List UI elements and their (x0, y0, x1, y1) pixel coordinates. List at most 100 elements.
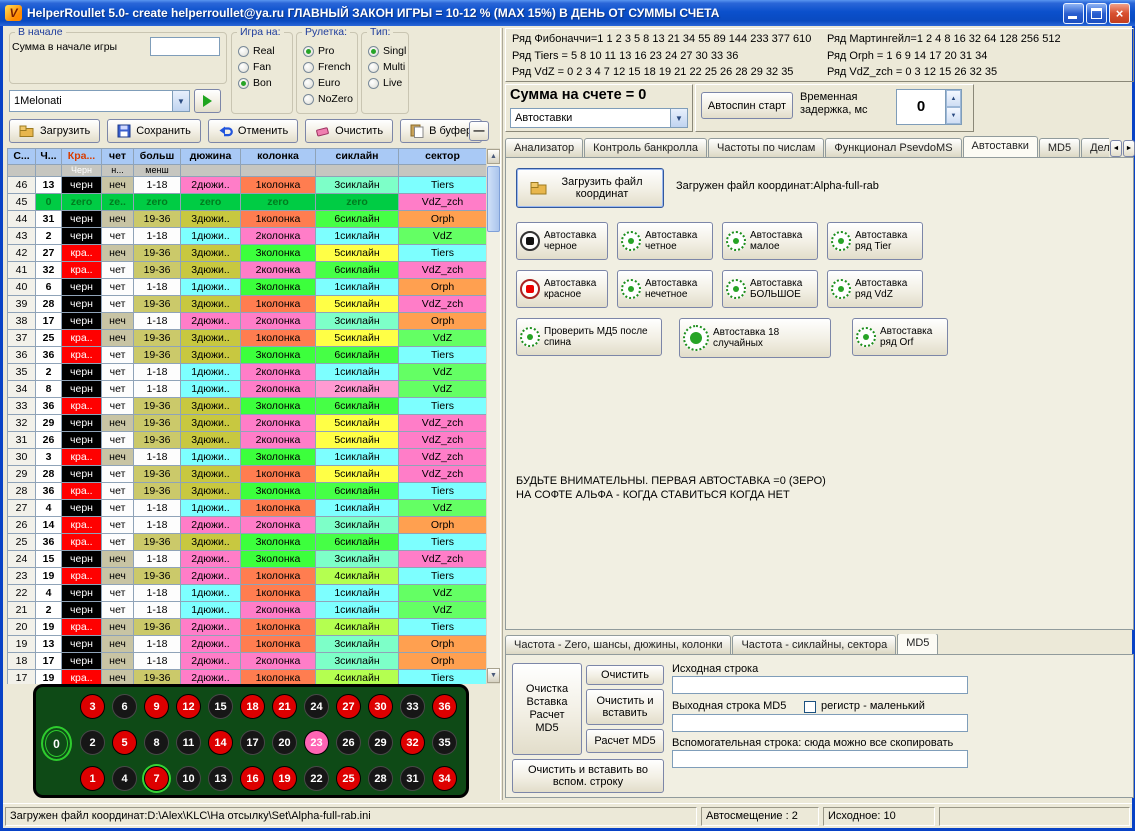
spin-row[interactable]: 2415черннеч1-182дюжи..3колонка3сиклайнVd… (8, 551, 487, 568)
spin-row[interactable]: 4227кра..неч19-363дюжи..3колонка5сиклайн… (8, 245, 487, 262)
scroll-up-icon[interactable]: ▲ (487, 149, 500, 164)
md5-clear-insert-button[interactable]: Очистить и вставить (586, 689, 664, 725)
load-coordinates-button[interactable]: Загрузить файл координат (516, 168, 664, 208)
board-number-16[interactable]: 16 (240, 766, 265, 791)
spin-row[interactable]: 348чернчет1-181дюжи..2колонка2сиклайнVdZ (8, 381, 487, 398)
radio-type-live[interactable]: Live (368, 75, 406, 91)
board-number-7[interactable]: 7 (144, 766, 169, 791)
spinner-down-icon[interactable]: ▼ (946, 107, 961, 124)
bet-18-random-button[interactable]: Автоставка 18 случайных (679, 318, 831, 358)
board-number-8[interactable]: 8 (144, 730, 169, 755)
spin-row[interactable]: 1913черннеч1-182дюжи..1колонка3сиклайнOr… (8, 636, 487, 653)
spin-row[interactable]: 3725кра..неч19-363дюжи..1колонка5сиклайн… (8, 330, 487, 347)
board-number-13[interactable]: 13 (208, 766, 233, 791)
check-md5-after-spin-button[interactable]: Проверить МД5 после спина (516, 318, 662, 356)
board-number-14[interactable]: 14 (208, 730, 233, 755)
close-button[interactable]: × (1109, 3, 1130, 24)
clear-button[interactable]: Очистить (305, 119, 393, 143)
board-number-25[interactable]: 25 (336, 766, 361, 791)
spin-row[interactable]: 3636кра..чет19-363дюжи..3колонка6сиклайн… (8, 347, 487, 364)
board-number-12[interactable]: 12 (176, 694, 201, 719)
spin-row[interactable]: 3229черннеч19-363дюжи..2колонка5сиклайнV… (8, 415, 487, 432)
tab-частота-сиклайны-сектора[interactable]: Частота - сиклайны, сектора (732, 635, 896, 654)
md5-clear-button[interactable]: Очистить (586, 665, 664, 685)
board-number-3[interactable]: 3 (80, 694, 105, 719)
radio-roulette-pro[interactable]: Pro (303, 43, 355, 59)
spin-row[interactable]: 3336кра..чет19-363дюжи..3колонка6сиклайн… (8, 398, 487, 415)
spin-row[interactable]: 303кра..неч1-181дюжи..3колонка1сиклайнVd… (8, 449, 487, 466)
column-header-7[interactable]: колонка (241, 149, 316, 165)
board-number-33[interactable]: 33 (400, 694, 425, 719)
spin-row[interactable]: 274чернчет1-181дюжи..1колонка1сиклайнVdZ (8, 500, 487, 517)
board-number-2[interactable]: 2 (80, 730, 105, 755)
board-number-22[interactable]: 22 (304, 766, 329, 791)
md5-clear-insert-aux-button[interactable]: Очистить и вставить во вспом. строку (512, 759, 664, 793)
tab-делени[interactable]: Делени (1081, 138, 1109, 157)
md5-combo-button[interactable]: Очистка Вставка Расчет MD5 (512, 663, 582, 755)
save-button[interactable]: Сохранить (107, 119, 201, 143)
tab-scroll-left-icon[interactable]: ◄ (1110, 140, 1122, 157)
column-header-1[interactable]: С... (8, 149, 36, 165)
board-number-5[interactable]: 5 (112, 730, 137, 755)
delay-spinner[interactable]: 0 ▲ ▼ (896, 89, 962, 125)
bet-even-button[interactable]: Автоставка четное (617, 222, 713, 260)
board-number-29[interactable]: 29 (368, 730, 393, 755)
bet-tier-row-button[interactable]: Автоставка ряд Tier (827, 222, 923, 260)
column-header-5[interactable]: больш (134, 149, 181, 165)
combo-dropdown-icon[interactable]: ▼ (670, 109, 687, 127)
radio-game-bon[interactable]: Bon (238, 75, 290, 91)
board-number-26[interactable]: 26 (336, 730, 361, 755)
source-string-input[interactable] (672, 676, 968, 694)
board-number-4[interactable]: 4 (112, 766, 137, 791)
bet-odd-button[interactable]: Автоставка нечетное (617, 270, 713, 308)
md5-out-input[interactable] (672, 714, 968, 732)
bet-big-button[interactable]: Автоставка БОЛЬШОЕ (722, 270, 818, 308)
tab-scroll-right-icon[interactable]: ► (1123, 140, 1135, 157)
tab-частота-zero-шансы-дюжины-колонки[interactable]: Частота - Zero, шансы, дюжины, колонки (505, 635, 731, 654)
spin-row[interactable]: 212чернчет1-181дюжи..2колонка1сиклайнVdZ (8, 602, 487, 619)
radio-type-multi[interactable]: Multi (368, 59, 406, 75)
preset-combo[interactable]: 1Melonati ▼ (9, 90, 190, 112)
autobets-combo[interactable]: Автоставки ▼ (510, 108, 688, 128)
radio-game-fan[interactable]: Fan (238, 59, 290, 75)
table-scrollbar[interactable]: ▲ ▼ (486, 148, 501, 684)
load-button[interactable]: Загрузить (9, 119, 100, 143)
board-number-23[interactable]: 23 (304, 730, 329, 755)
board-number-30[interactable]: 30 (368, 694, 393, 719)
tab-автоставки[interactable]: Автоставки (963, 136, 1038, 157)
board-number-21[interactable]: 21 (272, 694, 297, 719)
column-header-8[interactable]: сиклайн (316, 149, 399, 165)
board-number-34[interactable]: 34 (432, 766, 457, 791)
spin-row[interactable]: 3928чернчет19-363дюжи..1колонка5сиклайнV… (8, 296, 487, 313)
column-header-9[interactable]: сектор (399, 149, 487, 165)
bet-small-button[interactable]: Автоставка малое (722, 222, 818, 260)
spin-row[interactable]: 3126чернчет19-363дюжи..2колонка5сиклайнV… (8, 432, 487, 449)
spin-row[interactable]: 224чернчет1-181дюжи..1колонка1сиклайнVdZ (8, 585, 487, 602)
column-header-2[interactable]: Ч... (36, 149, 62, 165)
board-number-0[interactable]: 0 (41, 726, 72, 761)
scroll-down-icon[interactable]: ▼ (487, 668, 500, 683)
register-checkbox[interactable] (804, 701, 816, 713)
tab-md5[interactable]: MD5 (1039, 138, 1080, 157)
spin-row[interactable]: 4613черннеч1-182дюжи..1колонка3сиклайнTi… (8, 177, 487, 194)
board-number-35[interactable]: 35 (432, 730, 457, 755)
radio-game-real[interactable]: Real (238, 43, 290, 59)
tab-функционал-psevdoms[interactable]: Функционал PsevdoMS (825, 138, 961, 157)
board-number-18[interactable]: 18 (240, 694, 265, 719)
radio-roulette-nozero[interactable]: NoZero (303, 91, 355, 107)
undo-button[interactable]: Отменить (208, 119, 298, 143)
board-number-28[interactable]: 28 (368, 766, 393, 791)
spin-row[interactable]: 352чернчет1-181дюжи..2колонка1сиклайнVdZ (8, 364, 487, 381)
spin-row[interactable]: 1719кра..неч19-362дюжи..1колонка4сиклайн… (8, 670, 487, 685)
spin-row[interactable]: 2319кра..неч19-362дюжи..1колонка4сиклайн… (8, 568, 487, 585)
spin-row[interactable]: 4431черннеч19-363дюжи..1колонка6сиклайнO… (8, 211, 487, 228)
board-number-17[interactable]: 17 (240, 730, 265, 755)
board-number-9[interactable]: 9 (144, 694, 169, 719)
bet-vdz-row-button[interactable]: Автоставка ряд VdZ (827, 270, 923, 308)
scrollbar-thumb[interactable] (487, 166, 500, 232)
spin-row[interactable]: 2928чернчет19-363дюжи..1колонка5сиклайнV… (8, 466, 487, 483)
board-number-15[interactable]: 15 (208, 694, 233, 719)
spin-row[interactable]: 1817черннеч1-182дюжи..2колонка3сиклайнOr… (8, 653, 487, 670)
aux-string-input[interactable] (672, 750, 968, 768)
column-header-3[interactable]: Кра... (62, 149, 102, 165)
